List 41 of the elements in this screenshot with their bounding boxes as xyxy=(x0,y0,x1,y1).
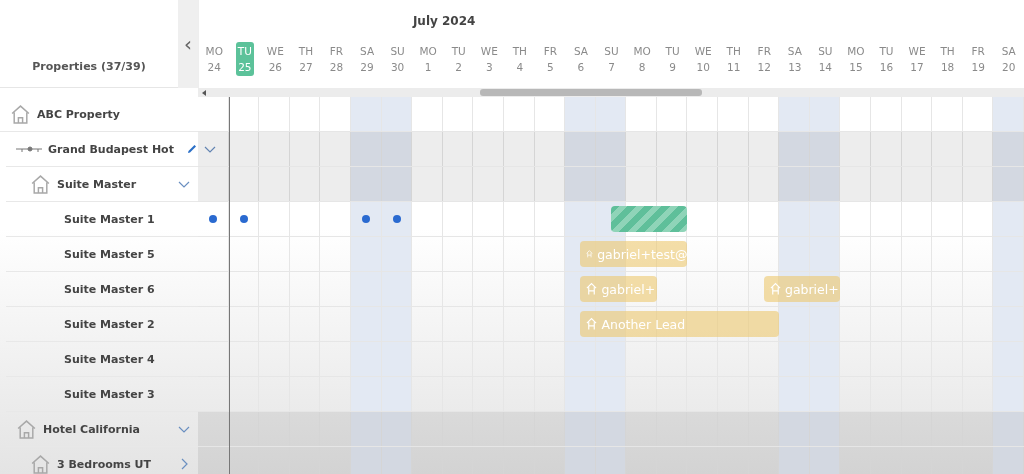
day-header[interactable]: WE 26 xyxy=(264,42,286,76)
day-header[interactable]: TU 16 xyxy=(877,42,896,76)
day-header[interactable]: FR 19 xyxy=(969,42,987,76)
property-name[interactable]: Suite Master 6 xyxy=(64,282,155,296)
day-header[interactable]: TH 11 xyxy=(724,42,743,76)
property-name[interactable]: Suite Master 2 xyxy=(64,317,155,331)
day-header[interactable]: TH 4 xyxy=(510,42,529,76)
day-header[interactable]: TU 25 xyxy=(235,42,254,76)
collapse-button[interactable]: ‹ xyxy=(178,0,198,88)
day-header[interactable]: WE 17 xyxy=(906,42,928,76)
day-header[interactable]: MO 24 xyxy=(203,42,225,76)
day-header[interactable]: SA 20 xyxy=(999,42,1018,76)
day-header[interactable]: TH 18 xyxy=(938,42,957,76)
day-header[interactable]: SU 30 xyxy=(388,42,407,76)
day-header[interactable]: SU 7 xyxy=(602,42,621,76)
day-header[interactable]: SA 29 xyxy=(358,42,377,76)
day-header[interactable]: TU 9 xyxy=(663,42,682,76)
day-header[interactable]: MO 15 xyxy=(845,42,867,76)
property-name[interactable]: ABC Property xyxy=(37,107,121,121)
day-header[interactable]: TU 2 xyxy=(449,42,468,76)
day-header[interactable]: MO 8 xyxy=(631,42,653,76)
property-name[interactable]: Suite Master 4 xyxy=(64,352,155,366)
day-header[interactable]: FR 5 xyxy=(541,42,560,76)
property-name[interactable]: Suite Master 5 xyxy=(64,247,155,261)
day-header[interactable]: WE 10 xyxy=(692,42,714,76)
property-name[interactable]: Grand Budapest Hot xyxy=(48,142,174,156)
day-header[interactable]: SU 14 xyxy=(816,42,835,76)
day-header[interactable]: SA 13 xyxy=(785,42,804,76)
property-name[interactable]: Suite Master 3 xyxy=(64,387,155,401)
month-label: July 2024 xyxy=(412,14,476,28)
property-name[interactable]: 3 Bedrooms UT xyxy=(57,457,151,471)
property-name[interactable]: Suite Master xyxy=(57,177,137,191)
day-header[interactable]: FR 12 xyxy=(755,42,773,76)
day-header[interactable]: SA 6 xyxy=(571,42,590,76)
day-header[interactable]: FR 28 xyxy=(327,42,346,76)
property-name[interactable]: Hotel California xyxy=(43,422,140,436)
day-header[interactable]: WE 3 xyxy=(478,42,500,76)
day-header[interactable]: MO 1 xyxy=(417,42,439,76)
sidebar-title: Properties (37/39) xyxy=(32,60,146,73)
property-name[interactable]: Suite Master 1 xyxy=(64,212,155,226)
day-header[interactable]: TH 27 xyxy=(296,42,316,76)
